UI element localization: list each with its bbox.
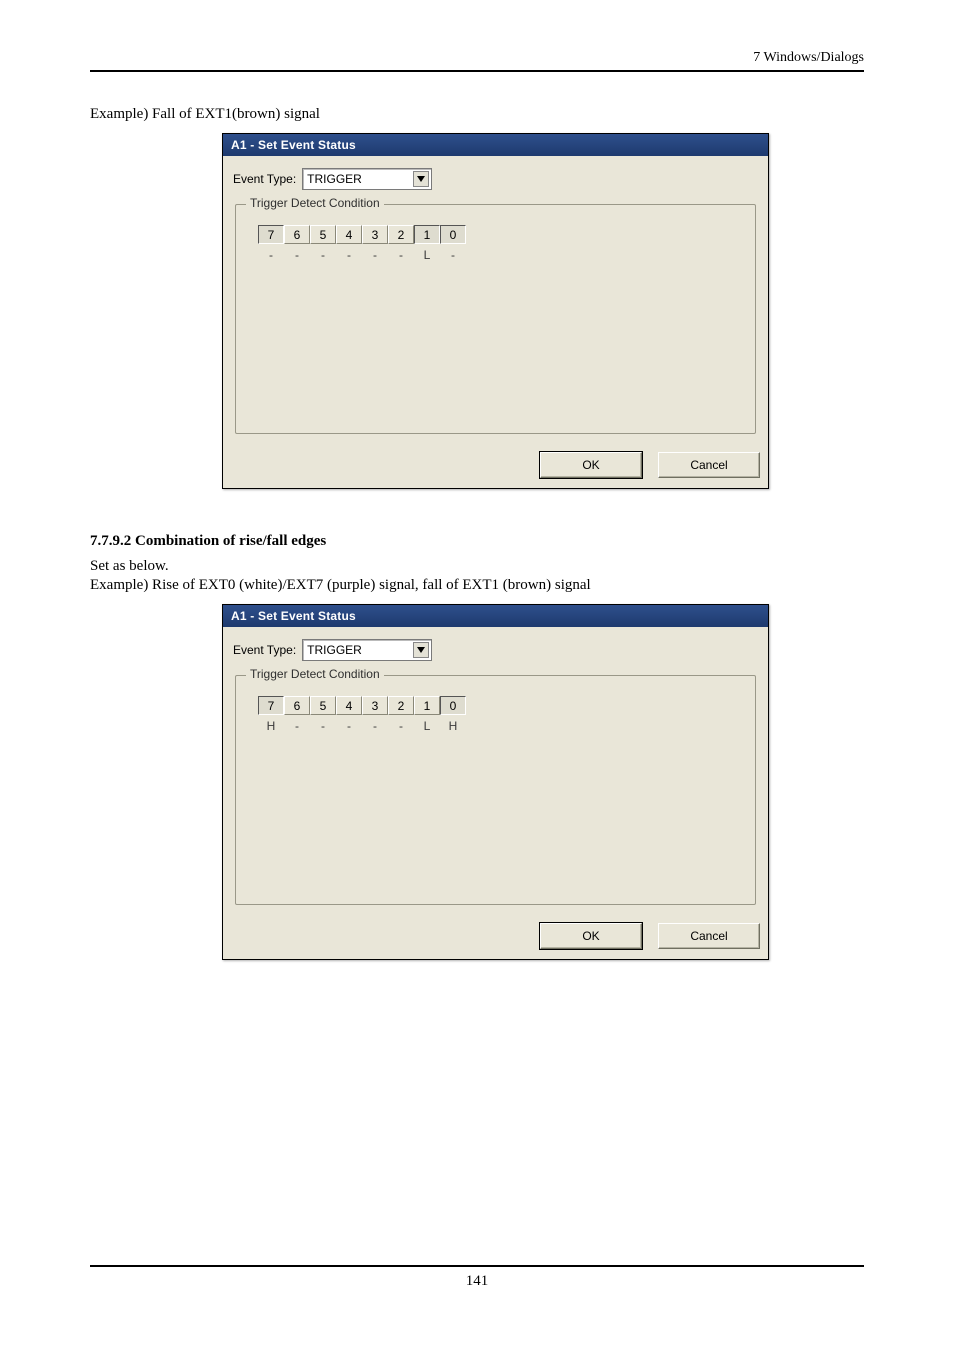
bit-button-0[interactable]: 0 xyxy=(440,696,466,715)
bit-value-6: - xyxy=(284,719,310,733)
bit-button-3[interactable]: 3 xyxy=(362,225,388,244)
event-type-value: TRIGGER xyxy=(307,172,362,186)
bit-button-4[interactable]: 4 xyxy=(336,696,362,715)
event-type-label: Event Type: xyxy=(233,172,296,186)
cancel-button[interactable]: Cancel xyxy=(658,923,760,949)
bit-button-6[interactable]: 6 xyxy=(284,696,310,715)
dropdown-arrow-icon[interactable] xyxy=(413,171,429,187)
example-caption-1: Example) Fall of EXT1(brown) signal xyxy=(90,106,864,123)
bit-button-1[interactable]: 1 xyxy=(414,696,440,715)
bit-button-0[interactable]: 0 xyxy=(440,225,466,244)
bit-value-2: - xyxy=(388,719,414,733)
bit-value-0: H xyxy=(440,719,466,733)
body-line-2: Example) Rise of EXT0 (white)/EXT7 (purp… xyxy=(90,577,864,594)
page-number: 141 xyxy=(90,1273,864,1290)
bit-button-4[interactable]: 4 xyxy=(336,225,362,244)
dialog-titlebar: A1 - Set Event Status xyxy=(223,134,768,156)
dialog-titlebar: A1 - Set Event Status xyxy=(223,605,768,627)
bit-value-4: - xyxy=(336,248,362,262)
dropdown-arrow-icon[interactable] xyxy=(413,642,429,658)
cancel-button[interactable]: Cancel xyxy=(658,452,760,478)
group-label: Trigger Detect Condition xyxy=(246,196,384,210)
header-rule xyxy=(90,70,864,72)
trigger-condition-group: Trigger Detect Condition 76543210 H-----… xyxy=(235,675,756,905)
section-heading: 7.7.9.2 Combination of rise/fall edges xyxy=(90,533,864,550)
group-label: Trigger Detect Condition xyxy=(246,667,384,681)
bit-button-6[interactable]: 6 xyxy=(284,225,310,244)
bit-value-6: - xyxy=(284,248,310,262)
bit-value-7: - xyxy=(258,248,284,262)
bit-value-5: - xyxy=(310,719,336,733)
event-type-value: TRIGGER xyxy=(307,643,362,657)
trigger-condition-group: Trigger Detect Condition 76543210 ------… xyxy=(235,204,756,434)
bit-button-3[interactable]: 3 xyxy=(362,696,388,715)
bit-button-5[interactable]: 5 xyxy=(310,225,336,244)
event-type-label: Event Type: xyxy=(233,643,296,657)
bit-button-5[interactable]: 5 xyxy=(310,696,336,715)
bit-value-2: - xyxy=(388,248,414,262)
running-head: 7 Windows/Dialogs xyxy=(90,50,864,66)
set-event-status-dialog-1: A1 - Set Event Status Event Type: TRIGGE… xyxy=(222,133,769,489)
bit-button-1[interactable]: 1 xyxy=(414,225,440,244)
bit-button-7[interactable]: 7 xyxy=(258,696,284,715)
footer-rule xyxy=(90,1265,864,1267)
bit-value-3: - xyxy=(362,248,388,262)
set-event-status-dialog-2: A1 - Set Event Status Event Type: TRIGGE… xyxy=(222,604,769,960)
event-type-select[interactable]: TRIGGER xyxy=(302,168,432,190)
body-line-1: Set as below. xyxy=(90,558,864,575)
bit-value-0: - xyxy=(440,248,466,262)
bit-value-3: - xyxy=(362,719,388,733)
bit-value-4: - xyxy=(336,719,362,733)
bit-button-2[interactable]: 2 xyxy=(388,696,414,715)
event-type-select[interactable]: TRIGGER xyxy=(302,639,432,661)
bit-value-5: - xyxy=(310,248,336,262)
bit-value-1: L xyxy=(414,248,440,262)
bit-button-7[interactable]: 7 xyxy=(258,225,284,244)
bit-value-1: L xyxy=(414,719,440,733)
ok-button[interactable]: OK xyxy=(540,452,642,478)
bit-value-7: H xyxy=(258,719,284,733)
bit-button-2[interactable]: 2 xyxy=(388,225,414,244)
ok-button[interactable]: OK xyxy=(540,923,642,949)
